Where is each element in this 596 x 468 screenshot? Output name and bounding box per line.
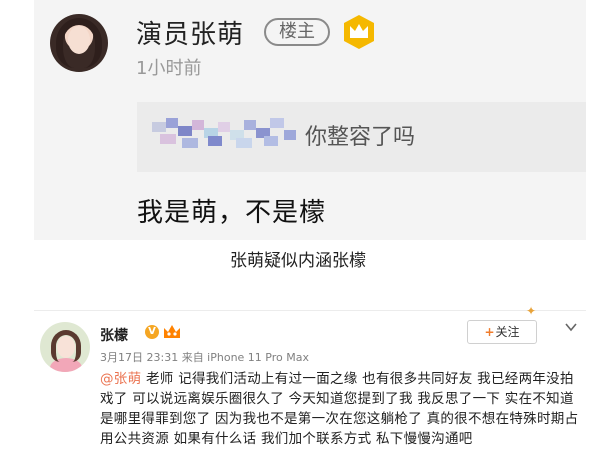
post-body-text: 老师 记得我们活动上有过一面之缘 也有很多共同好友 我已经两年没拍戏了 可以说远…: [100, 371, 579, 447]
mosaic-redaction: [152, 118, 298, 148]
avatar[interactable]: [50, 14, 108, 72]
plus-icon: +: [484, 325, 495, 339]
owner-tag: 楼主: [264, 18, 330, 46]
vip-v-icon: V: [145, 325, 159, 339]
user-name[interactable]: 演员张萌: [136, 14, 244, 51]
chevron-down-icon[interactable]: [564, 320, 578, 334]
divider: [34, 310, 586, 311]
post-body: @张萌 老师 记得我们活动上有过一面之缘 也有很多共同好友 我已经两年没拍戏了 …: [100, 369, 580, 449]
avatar[interactable]: [40, 322, 90, 372]
reply-text: 我是萌，不是檬: [137, 198, 327, 228]
sparkle-icon: ✦: [526, 304, 537, 318]
follow-button[interactable]: +关注: [467, 320, 537, 344]
quoted-text: 你整容了吗: [305, 125, 416, 150]
caption: 张萌疑似内涵张檬: [230, 251, 366, 271]
mention-link[interactable]: @张萌: [100, 371, 141, 387]
follow-label: 关注: [495, 325, 520, 339]
member-crown-icon: [164, 325, 180, 338]
user-name[interactable]: 张檬: [100, 325, 128, 345]
post-meta: 3月17日 23:31 来自 iPhone 11 Pro Max: [100, 351, 309, 364]
post-time: 1小时前: [136, 58, 202, 79]
crown-badge-icon: [344, 15, 374, 49]
